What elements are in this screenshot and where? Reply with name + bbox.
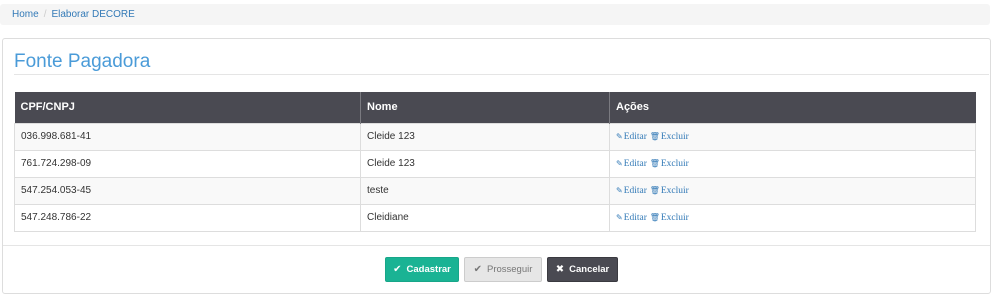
trash-icon: 🗑 [649,186,660,195]
edit-icon: ✎ [616,186,623,195]
table-row: 547.254.053-45 teste ✎Editar 🗑Excluir [14,176,976,205]
table-row: 036.998.681-41 Cleide 123 ✎Editar 🗑Exclu… [14,122,976,151]
column-header-acoes: Ações [609,92,976,123]
edit-link[interactable]: ✎Editar [616,132,647,142]
breadcrumb-separator: / [43,9,47,20]
trash-icon: 🗑 [649,132,660,141]
delete-label: Excluir [660,213,689,223]
trash-icon: 🗑 [649,159,660,168]
edit-link[interactable]: ✎Editar [616,186,647,196]
edit-link[interactable]: ✎Editar [616,213,647,223]
edit-label: Editar [623,186,647,196]
check-icon: ✔ [393,264,402,275]
cadastrar-label: Cadastrar [406,264,451,275]
delete-link[interactable]: 🗑Excluir [650,186,689,196]
table-header-row: CPF/CNPJ Nome Ações [14,92,976,123]
close-icon: ✖ [555,264,565,275]
cell-cpf: 036.998.681-41 [14,122,361,151]
delete-link[interactable]: 🗑Excluir [650,159,689,169]
delete-label: Excluir [660,159,689,169]
edit-link[interactable]: ✎Editar [616,159,647,169]
cell-actions: ✎Editar 🗑Excluir [609,122,976,151]
panel-title: Fonte Pagadora [14,51,989,75]
cell-cpf: 547.248.786-22 [14,203,361,232]
fonte-pagadora-table: CPF/CNPJ Nome Ações 036.998.681-41 Cleid… [14,92,976,232]
check-icon: ✔ [473,264,482,275]
delete-link[interactable]: 🗑Excluir [650,132,689,142]
footer-divider [3,245,990,246]
cell-actions: ✎Editar 🗑Excluir [609,176,976,205]
delete-label: Excluir [660,132,689,142]
edit-icon: ✎ [616,159,623,168]
edit-icon: ✎ [616,132,623,141]
table-row: 547.248.786-22 Cleidiane ✎Editar 🗑Exclui… [14,203,976,232]
cell-actions: ✎Editar 🗑Excluir [609,203,976,232]
edit-icon: ✎ [616,213,623,222]
prosseguir-label: Prosseguir [486,264,533,275]
table-row: 761.724.298-09 Cleide 123 ✎Editar 🗑Exclu… [14,149,976,178]
cancelar-button[interactable]: ✖ Cancelar [547,257,618,282]
cadastrar-button[interactable]: ✔ Cadastrar [385,257,459,282]
cell-nome: Cleidiane [360,203,610,232]
edit-label: Editar [623,132,647,142]
cell-actions: ✎Editar 🗑Excluir [609,149,976,178]
edit-label: Editar [623,159,647,169]
cell-cpf: 761.724.298-09 [14,149,361,178]
column-header-cpf: CPF/CNPJ [14,92,361,123]
breadcrumb: Home / Elaborar DECORE [0,4,990,25]
cell-nome: Cleide 123 [360,149,610,178]
cell-nome: Cleide 123 [360,122,610,151]
column-header-nome: Nome [360,92,610,123]
delete-link[interactable]: 🗑Excluir [650,213,689,223]
cancelar-label: Cancelar [569,264,610,275]
cell-cpf: 547.254.053-45 [14,176,361,205]
delete-label: Excluir [660,186,689,196]
breadcrumb-current-link[interactable]: Elaborar DECORE [51,9,134,20]
cell-nome: teste [360,176,610,205]
breadcrumb-home-link[interactable]: Home [12,9,39,20]
fonte-pagadora-panel: Fonte Pagadora CPF/CNPJ Nome Ações 036.9… [2,38,991,294]
prosseguir-button[interactable]: ✔ Prosseguir [464,257,542,282]
edit-label: Editar [623,213,647,223]
trash-icon: 🗑 [649,213,660,222]
